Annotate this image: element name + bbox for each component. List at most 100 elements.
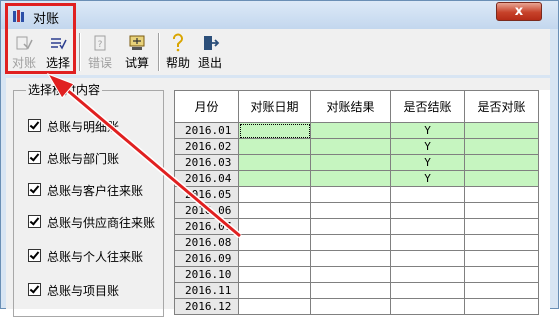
cell-month[interactable]: 2016.06: [174, 202, 239, 219]
cell-reconciled[interactable]: [464, 122, 539, 139]
cell-result[interactable]: [310, 170, 391, 187]
highlight-box: [5, 3, 76, 74]
cell-closed[interactable]: [390, 298, 465, 315]
cell-reconciled[interactable]: [464, 234, 539, 251]
cell-result[interactable]: [310, 234, 391, 251]
cell-date[interactable]: [238, 266, 311, 283]
table-row[interactable]: 2016.03 Y: [174, 154, 539, 171]
check-general-detail[interactable]: 总账与明细账: [28, 118, 119, 135]
table-row[interactable]: 2016.06: [174, 202, 539, 219]
cell-reconciled[interactable]: [464, 250, 539, 267]
check-general-supplier[interactable]: 总账与供应商往来账: [28, 214, 155, 231]
cell-date[interactable]: [238, 122, 311, 139]
table-row[interactable]: 2016.01 Y: [174, 122, 539, 139]
close-button[interactable]: x: [496, 2, 542, 21]
cell-closed[interactable]: Y: [390, 138, 465, 155]
table-row[interactable]: 2016.10: [174, 266, 539, 283]
check-general-department[interactable]: 总账与部门账: [28, 150, 119, 167]
cell-result[interactable]: [310, 266, 391, 283]
exit-button[interactable]: 退出: [195, 31, 225, 73]
cell-date[interactable]: [238, 234, 311, 251]
cell-result[interactable]: [310, 154, 391, 171]
cell-month[interactable]: 2016.12: [174, 298, 239, 315]
cell-reconciled[interactable]: [464, 298, 539, 315]
table-row[interactable]: 2016.11: [174, 282, 539, 299]
cell-reconciled[interactable]: [464, 282, 539, 299]
cell-reconciled[interactable]: [464, 170, 539, 187]
cell-result[interactable]: [310, 138, 391, 155]
cell-reconciled[interactable]: [464, 154, 539, 171]
toolbar-separator: [158, 33, 160, 71]
cell-date[interactable]: [238, 218, 311, 235]
cell-result[interactable]: [310, 282, 391, 299]
cell-reconciled[interactable]: [464, 138, 539, 155]
cell-closed[interactable]: [390, 202, 465, 219]
checkbox[interactable]: [28, 151, 41, 164]
trial-balance-button[interactable]: 试算: [120, 31, 154, 73]
cell-month[interactable]: 2016.04: [174, 170, 239, 187]
header-result[interactable]: 对账结果: [310, 90, 391, 123]
exit-icon: [204, 36, 220, 50]
cell-result[interactable]: [310, 186, 391, 203]
header-reconciled[interactable]: 是否对账: [464, 90, 539, 123]
check-label: 总账与供应商往来账: [47, 216, 156, 230]
table-row[interactable]: 2016.02 Y: [174, 138, 539, 155]
error-button[interactable]: ? 错误: [84, 31, 116, 73]
check-general-personal[interactable]: 总账与个人往来账: [28, 248, 143, 265]
cell-month[interactable]: 2016.09: [174, 250, 239, 267]
table-row[interactable]: 2016.07: [174, 218, 539, 235]
cell-result[interactable]: [310, 250, 391, 267]
cell-month[interactable]: 2016.03: [174, 154, 239, 171]
cell-date[interactable]: [238, 282, 311, 299]
cell-closed[interactable]: Y: [390, 154, 465, 171]
checkbox[interactable]: [28, 183, 41, 196]
cell-month[interactable]: 2016.08: [174, 234, 239, 251]
help-icon: [173, 33, 183, 52]
cell-result[interactable]: [310, 218, 391, 235]
cell-closed[interactable]: [390, 266, 465, 283]
cell-reconciled[interactable]: [464, 202, 539, 219]
check-general-project[interactable]: 总账与项目账: [28, 282, 119, 299]
cell-result[interactable]: [310, 122, 391, 139]
cell-reconciled[interactable]: [464, 186, 539, 203]
cell-month[interactable]: 2016.07: [174, 218, 239, 235]
cell-date[interactable]: [238, 202, 311, 219]
cell-closed[interactable]: [390, 250, 465, 267]
cell-month[interactable]: 2016.01: [174, 122, 239, 139]
table-row[interactable]: 2016.04 Y: [174, 170, 539, 187]
help-button[interactable]: 帮助: [163, 31, 193, 73]
cell-month[interactable]: 2016.10: [174, 266, 239, 283]
cell-closed[interactable]: [390, 218, 465, 235]
cell-date[interactable]: [238, 154, 311, 171]
cell-closed[interactable]: Y: [390, 170, 465, 187]
cell-month[interactable]: 2016.02: [174, 138, 239, 155]
cell-month[interactable]: 2016.11: [174, 282, 239, 299]
check-general-customer[interactable]: 总账与客户往来账: [28, 182, 143, 199]
table-row[interactable]: 2016.08: [174, 234, 539, 251]
checkbox[interactable]: [28, 249, 41, 262]
cell-reconciled[interactable]: [464, 266, 539, 283]
checkbox[interactable]: [28, 215, 41, 228]
cell-date[interactable]: [238, 250, 311, 267]
cell-date[interactable]: [238, 138, 311, 155]
cell-closed[interactable]: Y: [390, 122, 465, 139]
cell-closed[interactable]: [390, 282, 465, 299]
cell-date[interactable]: [238, 186, 311, 203]
table-row[interactable]: 2016.12: [174, 298, 539, 315]
table-row[interactable]: 2016.09: [174, 250, 539, 267]
table-row[interactable]: 2016.05: [174, 186, 539, 203]
cell-closed[interactable]: [390, 186, 465, 203]
title-bar[interactable]: 对账 x: [1, 1, 558, 29]
checkbox[interactable]: [28, 119, 41, 132]
cell-date[interactable]: [238, 170, 311, 187]
header-month[interactable]: 月份: [174, 90, 239, 123]
header-closed[interactable]: 是否结账: [390, 90, 465, 123]
cell-result[interactable]: [310, 202, 391, 219]
cell-date[interactable]: [238, 298, 311, 315]
checkbox[interactable]: [28, 283, 41, 296]
cell-reconciled[interactable]: [464, 218, 539, 235]
cell-result[interactable]: [310, 298, 391, 315]
cell-closed[interactable]: [390, 234, 465, 251]
cell-month[interactable]: 2016.05: [174, 186, 239, 203]
header-date[interactable]: 对账日期: [238, 90, 311, 123]
